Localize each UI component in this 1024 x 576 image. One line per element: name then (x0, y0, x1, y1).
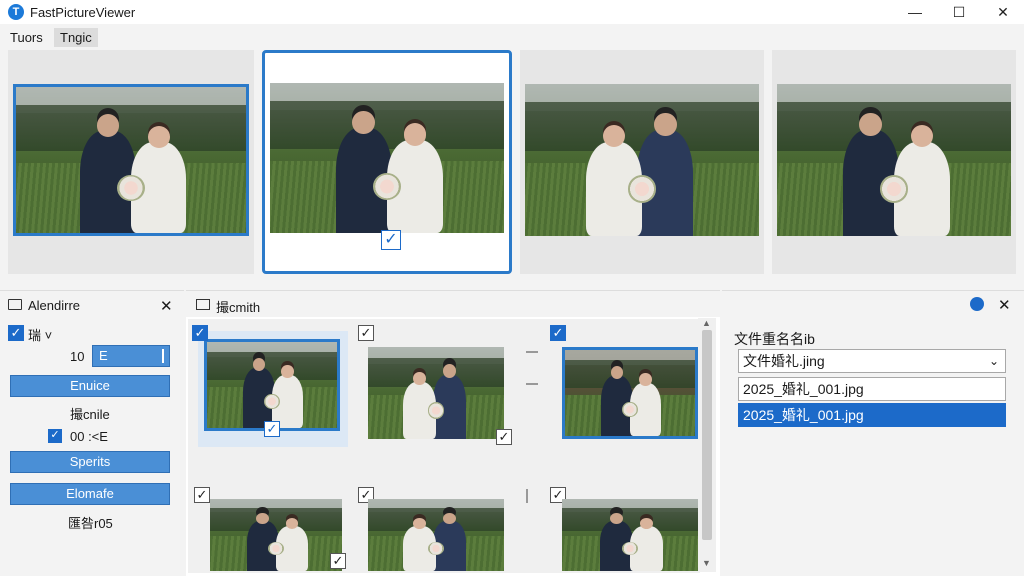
chevron-down-icon: ⌄ (988, 354, 999, 368)
filmstrip-item-selected[interactable]: ✓ (262, 50, 512, 274)
close-button[interactable]: ✕ (992, 3, 1014, 21)
checkbox-label: 瑞 ˅ (28, 328, 53, 343)
divider (526, 383, 538, 385)
close-icon[interactable]: ✕ (160, 297, 173, 315)
dropdown-value: 文件婚礼.jing (743, 353, 825, 369)
photo-thumbnail[interactable] (368, 499, 504, 571)
menu-item-2[interactable]: Tngic (54, 28, 98, 47)
photo-thumbnail (525, 84, 759, 236)
title-bar: T FastPictureViewer — ☐ ✕ (0, 0, 1024, 24)
maximize-button[interactable]: ☐ (948, 3, 970, 21)
value-input[interactable]: E (92, 345, 170, 367)
center-panel-title: 撮cmith (216, 300, 261, 315)
folder-icon (8, 299, 22, 310)
panel-icon (196, 299, 210, 310)
photo-thumbnail (13, 84, 249, 236)
filename-field-selected[interactable]: 2025_婚礼_001.jpg (738, 403, 1006, 427)
photo-thumbnail (270, 83, 504, 233)
divider (526, 489, 528, 503)
menu-bar: Tuors Tngic (0, 26, 1024, 48)
gear-icon[interactable] (970, 297, 984, 311)
check-icon[interactable]: ✓ (8, 325, 24, 341)
filmstrip-item[interactable] (520, 50, 764, 274)
rename-label: 文件重名名ib (734, 331, 815, 347)
divider (526, 351, 538, 353)
scroll-thumb[interactable] (702, 330, 712, 540)
check-icon[interactable]: ✓ (358, 325, 374, 341)
photo-thumbnail[interactable] (210, 499, 342, 571)
close-icon[interactable]: ✕ (998, 296, 1011, 314)
option-label: 撮cnile (70, 407, 110, 422)
right-panel: ✕ 文件重名名ib 文件婚礼.jing ⌄ 2025_婚礼_001.jpg 20… (722, 290, 1024, 576)
left-panel: Alendirre ✕ ✓ 瑞 ˅ 10 E Enuice 撮cnile ✓ 0… (0, 290, 184, 576)
check-icon[interactable]: ✓ (496, 429, 512, 445)
check-icon[interactable]: ✓ (550, 325, 566, 341)
filmstrip: ✓ (0, 48, 1024, 282)
elomafe-button[interactable]: Elomafe (10, 483, 170, 505)
sperits-button[interactable]: Sperits (10, 451, 170, 473)
scroll-up-icon[interactable]: ▲ (702, 318, 711, 328)
photo-thumbnail (777, 84, 1011, 236)
check-icon[interactable]: ✓ (264, 421, 280, 437)
thumbnail-grid: ✓ ✓ ✓ ✓ ✓ ✓ ✓ ✓ ✓ (188, 319, 700, 573)
checkbox-label: 00 :<E (70, 429, 108, 444)
check-icon[interactable]: ✓ (194, 487, 210, 503)
footer-label: 匯咎r05 (68, 516, 113, 531)
center-panel: 撮cmith ✓ ✓ ✓ ✓ ✓ ✓ ✓ ✓ ✓ (186, 290, 720, 576)
photo-thumbnail[interactable] (368, 347, 504, 439)
scroll-down-icon[interactable]: ▼ (702, 558, 711, 568)
input-caret (162, 349, 164, 363)
check-icon[interactable]: ✓ (330, 553, 346, 569)
filmstrip-item[interactable] (8, 50, 254, 274)
check-icon[interactable]: ✓ (48, 429, 62, 443)
check-icon[interactable]: ✓ (381, 230, 401, 250)
center-header: 撮cmith (186, 291, 720, 317)
app-title: FastPictureViewer (30, 5, 136, 20)
minimize-button[interactable]: — (904, 3, 926, 21)
enuice-button[interactable]: Enuice (10, 375, 170, 397)
photo-thumbnail[interactable] (562, 347, 698, 439)
number-label: 10 (70, 349, 85, 364)
rename-dropdown[interactable]: 文件婚礼.jing ⌄ (738, 349, 1006, 373)
filmstrip-item[interactable] (772, 50, 1016, 274)
vertical-scrollbar[interactable]: ▲ ▼ (698, 318, 716, 572)
photo-thumbnail[interactable] (562, 499, 698, 571)
photo-thumbnail (204, 339, 340, 431)
left-panel-title: Alendirre (28, 298, 81, 313)
check-icon[interactable]: ✓ (192, 325, 208, 341)
app-icon: T (8, 4, 24, 20)
filename-field[interactable]: 2025_婚礼_001.jpg (738, 377, 1006, 401)
menu-item-1[interactable]: Tuors (4, 28, 49, 47)
